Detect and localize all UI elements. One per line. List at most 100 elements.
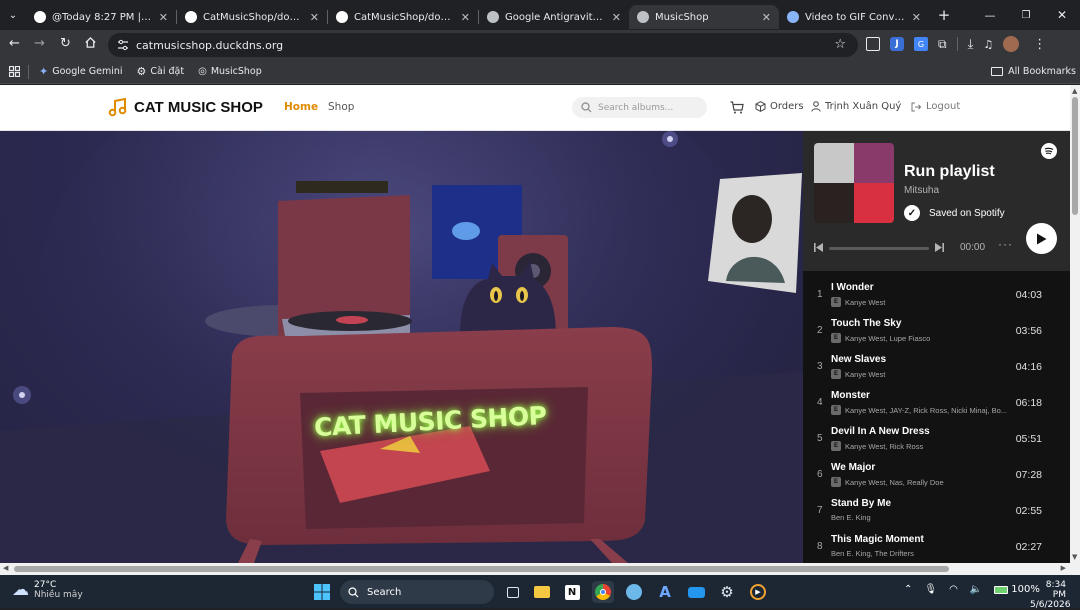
menu-kebab-icon[interactable]: ⋮ (1033, 37, 1046, 52)
apps-grid-icon[interactable] (0, 66, 28, 77)
clock[interactable]: 8:34 PM 5/6/2026 (1030, 580, 1070, 610)
close-tab-icon[interactable]: ✕ (912, 11, 921, 24)
search-icon (348, 586, 359, 598)
browser-tab[interactable]: CatMusicShop/docs/erd-a ✕ (328, 5, 478, 29)
all-bookmarks-button[interactable]: All Bookmarks (991, 66, 1076, 77)
track-row[interactable]: 1 I Wonder E Kanye West 04:03 (803, 279, 1070, 315)
horizontal-scroll-thumb[interactable] (14, 566, 949, 572)
translate-icon[interactable]: G (914, 37, 928, 51)
nav-shop[interactable]: Shop (328, 101, 354, 113)
play-button[interactable] (1026, 223, 1057, 254)
track-row[interactable]: 2 Touch The Sky E Kanye West, Lupe Fiasco 03… (803, 315, 1070, 351)
settings-icon[interactable]: ⚙ (716, 581, 738, 603)
app-icon-bulb[interactable] (623, 581, 645, 603)
restore-button[interactable]: ❐ (1008, 10, 1044, 21)
bookmark-musicshop[interactable]: ◎ MusicShop (198, 66, 262, 77)
site-info-icon[interactable] (117, 39, 129, 51)
close-tab-icon[interactable]: ✕ (461, 11, 470, 24)
close-tab-icon[interactable]: ✕ (612, 11, 621, 24)
bookmark-settings[interactable]: ⚙ Cài đặt (137, 65, 185, 78)
close-tab-icon[interactable]: ✕ (310, 11, 319, 24)
logo-text: CAT MUSIC SHOP (134, 98, 263, 116)
address-bar[interactable]: catmusicshop.duckdns.org ☆ (108, 33, 858, 57)
tab-title: @Today 8:27 PM | Notion (52, 11, 153, 23)
orders-link[interactable]: Orders (755, 101, 804, 112)
track-title: New Slaves (831, 354, 887, 365)
progress-bar[interactable] (829, 247, 929, 250)
browser-tab[interactable]: MusicShop ✕ (629, 5, 779, 29)
cart-icon[interactable] (730, 101, 744, 114)
notion-app-icon[interactable]: N (561, 581, 583, 603)
more-options-icon[interactable]: ··· (998, 237, 1013, 251)
media-player-icon[interactable]: ▶ (747, 581, 769, 603)
3d-scene-canvas[interactable]: CAT MUSIC SHOP (0, 131, 805, 563)
site-logo[interactable]: CAT MUSIC SHOP (108, 97, 263, 117)
browser-tab[interactable]: @Today 8:27 PM | Notion ✕ (26, 5, 176, 29)
browser-tab[interactable]: Video to GIF Converter - F ✕ (779, 5, 929, 29)
horizontal-scrollbar[interactable]: ◀ ▶ (0, 563, 1080, 575)
user-menu[interactable]: Trịnh Xuân Quý (811, 101, 901, 112)
playlist-cover[interactable] (814, 143, 894, 223)
nav-home[interactable]: Home (284, 101, 318, 113)
explicit-badge: E (831, 405, 841, 415)
task-view-icon[interactable] (502, 581, 524, 603)
media-control-icon[interactable]: ♫ (983, 38, 993, 51)
browser-tab[interactable]: Google Antigravity Auth S ✕ (479, 5, 629, 29)
track-duration: 02:27 (1015, 541, 1042, 553)
taskbar-search[interactable]: Search (340, 580, 494, 604)
chrome-icon[interactable] (592, 581, 614, 603)
track-row[interactable]: 4 Monster E Kanye West, JAY-Z, Rick Ross, N… (803, 387, 1070, 423)
close-tab-icon[interactable]: ✕ (762, 11, 771, 24)
browser-tab[interactable]: CatMusicShop/docs/api-e ✕ (177, 5, 327, 29)
saved-status[interactable]: ✓ Saved on Spotify (904, 205, 1005, 221)
forward-arrow-icon[interactable]: → (34, 36, 45, 51)
track-row[interactable]: 8 This Magic Moment Ben E. King, The Drift… (803, 531, 1070, 563)
home-icon[interactable] (84, 36, 97, 49)
volume-icon[interactable]: 🔈 (970, 584, 982, 595)
bookmark-star-icon[interactable]: ☆ (834, 37, 846, 52)
track-row[interactable]: 6 We Major E Kanye West, Nas, Really Doe 07:… (803, 459, 1070, 495)
back-arrow-icon[interactable]: ← (9, 36, 20, 51)
new-tab-button[interactable]: + (933, 4, 955, 26)
weather-widget[interactable]: ☁ 27°C Nhiều mây (12, 580, 83, 600)
bookmark-label: Google Gemini (52, 66, 123, 77)
windows-taskbar: ☁ 27°C Nhiều mây Search N A ⚙ ▶ ⌃ 🎙 ◠ 🔈 … (0, 575, 1080, 610)
next-track-icon[interactable] (935, 243, 944, 252)
tab-search-chevron-icon[interactable]: ⌄ (0, 10, 26, 21)
track-artist: E Kanye West (831, 297, 1011, 307)
microphone-icon[interactable]: 🎙 (924, 584, 937, 595)
track-artist-text: Kanye West (845, 369, 886, 379)
track-row[interactable]: 5 Devil In A New Dress E Kanye West, Rick R… (803, 423, 1070, 459)
track-artist-text: Kanye West (845, 297, 886, 307)
taskbar-search-label: Search (367, 586, 402, 598)
playlist-owner[interactable]: Mitsuha (904, 185, 939, 196)
chevron-up-icon[interactable]: ⌃ (904, 584, 912, 595)
notion-icon (34, 11, 46, 23)
track-row[interactable]: 7 Stand By Me Ben E. King 02:55 (803, 495, 1070, 531)
antigravity-icon[interactable]: A (654, 581, 676, 603)
check-circle-icon: ✓ (904, 205, 920, 221)
close-tab-icon[interactable]: ✕ (159, 11, 168, 24)
profile-avatar[interactable] (1003, 36, 1020, 52)
extension-icon-1[interactable] (866, 37, 880, 51)
close-window-button[interactable]: ✕ (1044, 8, 1080, 22)
search-input[interactable]: Search albums... (572, 97, 707, 118)
download-icon[interactable]: ⤓ (968, 37, 974, 52)
reload-icon[interactable]: ↻ (60, 36, 71, 51)
extension-icon-2[interactable]: J (890, 37, 904, 51)
logout-button[interactable]: Logout (911, 101, 960, 112)
windows-start-icon[interactable] (311, 581, 333, 603)
minimize-button[interactable]: — (972, 9, 1008, 22)
spotify-logo-icon[interactable] (1041, 143, 1057, 159)
previous-track-icon[interactable] (814, 243, 823, 252)
vertical-scrollbar[interactable]: ▲ ▼ (1070, 85, 1080, 563)
wifi-icon[interactable]: ◠ (949, 584, 958, 595)
extensions-puzzle-icon[interactable]: ⧉ (938, 37, 947, 52)
file-explorer-icon[interactable] (531, 581, 553, 603)
track-artist: E Kanye West, Rick Ross (831, 441, 1011, 451)
docker-icon[interactable] (685, 581, 707, 603)
track-title: We Major (831, 462, 876, 473)
bookmark-google-gemini[interactable]: ✦ Google Gemini (39, 65, 123, 78)
vertical-scroll-thumb[interactable] (1072, 97, 1078, 215)
track-row[interactable]: 3 New Slaves E Kanye West 04:16 (803, 351, 1070, 387)
